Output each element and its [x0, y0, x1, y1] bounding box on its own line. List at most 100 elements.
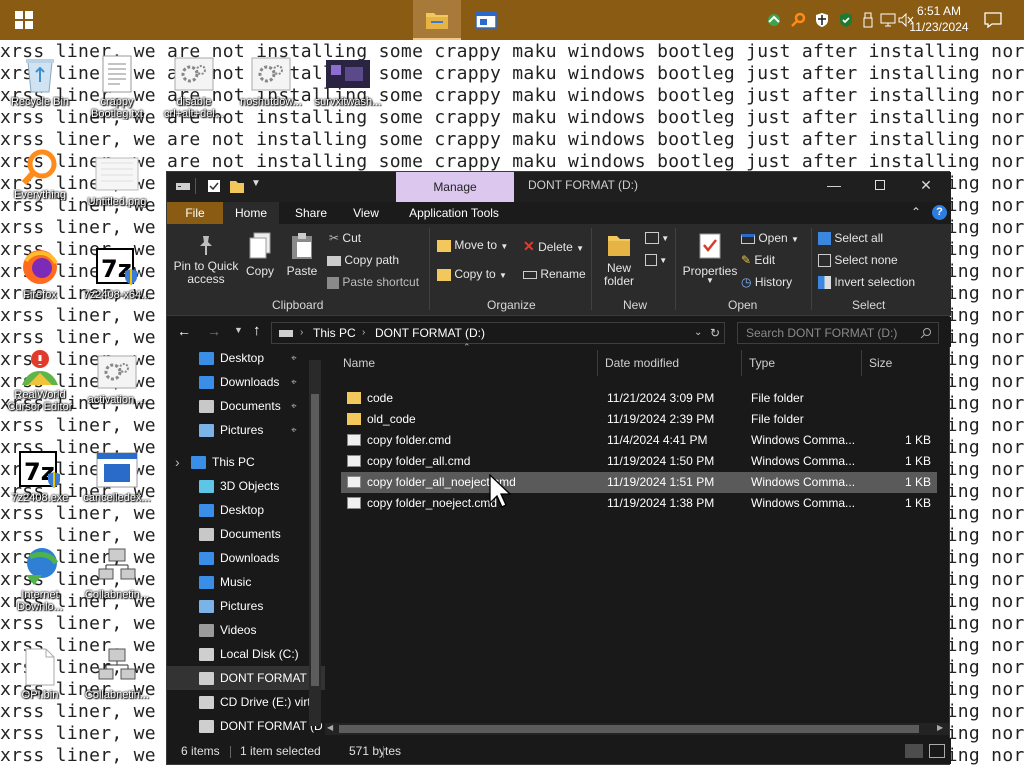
edit-button[interactable]: ✎ Edit	[741, 253, 775, 267]
column-header-type[interactable]: Type	[749, 348, 859, 378]
address-bar[interactable]: › This PC › DONT FORMAT (D:) ⌄ ↻	[271, 322, 725, 344]
select-none-button[interactable]: Select none	[818, 253, 898, 268]
properties-icon[interactable]	[207, 179, 221, 193]
address-dropdown-icon[interactable]: ⌄	[694, 323, 702, 343]
desktop-icon-survxitwash[interactable]: survxitwash...	[310, 52, 386, 108]
move-to-button[interactable]: Move to ▼	[437, 238, 508, 252]
minimize-button[interactable]: —	[811, 172, 857, 198]
desktop-icon-opi-bin[interactable]: OPI.bin	[2, 645, 78, 701]
nav-item-desktop[interactable]: Desktop	[167, 498, 325, 522]
security-tray[interactable]	[836, 0, 856, 40]
delete-button[interactable]: ✕ Delete ▼	[523, 238, 584, 255]
breadcrumb-this-pc[interactable]: This PC	[313, 323, 356, 343]
quick-access-dropdown-icon[interactable]: ▼	[251, 178, 261, 189]
nav-item-cd-drive[interactable]: CD Drive (E:) virt	[167, 690, 325, 714]
expand-chevron-icon[interactable]: ›	[175, 454, 180, 470]
desktop-icon-noshutdown[interactable]: noshutdow...	[233, 52, 309, 108]
nav-item-drive[interactable]: DONT FORMAT (D	[167, 714, 325, 738]
desktop-icon-cancelledex[interactable]: cancelledex...	[79, 448, 155, 504]
defender-tray[interactable]	[812, 0, 832, 40]
pin-to-quick-access-button[interactable]: Pin to Quick access	[173, 234, 239, 286]
nav-scrollbar[interactable]	[309, 360, 321, 726]
forward-arrow-icon[interactable]: →	[207, 323, 221, 339]
horizontal-scrollbar[interactable]: ◀ ▶	[325, 723, 949, 735]
desktop-icon-crappy-bootleg[interactable]: crappy Bootleg.txt	[79, 52, 155, 120]
taskbar-file-explorer[interactable]	[413, 0, 461, 40]
open-button[interactable]: Open ▼	[741, 231, 799, 245]
column-separator[interactable]	[861, 350, 862, 376]
file-row[interactable]: old_code 11/19/2024 2:39 PM File folder	[341, 409, 937, 430]
rename-button[interactable]: Rename	[523, 267, 586, 281]
file-row[interactable]: copy folder.cmd 11/4/2024 4:41 PM Windows …	[341, 430, 937, 451]
file-row[interactable]: copy folder_all_noeject.cmd 11/19/2024 1:…	[341, 472, 937, 493]
file-row[interactable]: copy folder_all.cmd 11/19/2024 1:50 PM Win…	[341, 451, 937, 472]
large-icons-view-icon[interactable]	[929, 744, 945, 758]
paste-button[interactable]: Paste	[285, 232, 319, 278]
column-header-size[interactable]: Size	[869, 348, 929, 378]
search-box[interactable]: Search DONT FORMAT (D:)	[737, 322, 939, 344]
nav-item-videos[interactable]: Videos	[167, 618, 325, 642]
paste-shortcut-button[interactable]: Paste shortcut	[327, 275, 419, 289]
nav-item-this-pc[interactable]: › This PC	[167, 450, 325, 474]
desktop-icon-firefox[interactable]: Firefox	[2, 245, 78, 301]
nav-item-3d-objects[interactable]: 3D Objects	[167, 474, 325, 498]
desktop-icon-untitled-png[interactable]: Untitled.png	[79, 152, 155, 208]
new-item-button[interactable]: ▼	[645, 230, 669, 244]
copy-button[interactable]: Copy	[245, 232, 275, 278]
usb-tray[interactable]	[860, 0, 876, 40]
desktop-icon-disable-ctrl-alt-del[interactable]: disable crl+alt+del...	[156, 52, 232, 120]
title-bar[interactable]: ▼ Manage DONT FORMAT (D:) — ✕	[167, 172, 951, 202]
start-button[interactable]	[0, 0, 48, 40]
nav-item-pictures[interactable]: Pictures ⌖	[167, 418, 325, 442]
copy-to-button[interactable]: Copy to ▼	[437, 267, 507, 281]
scroll-right-icon[interactable]: ▶	[937, 723, 943, 732]
nav-item-downloads[interactable]: Downloads ⌖	[167, 370, 325, 394]
desktop-icon-everything[interactable]: Everything	[2, 145, 78, 201]
invert-selection-button[interactable]: Invert selection	[818, 275, 915, 290]
new-folder-icon[interactable]	[229, 178, 245, 194]
select-all-button[interactable]: Select all	[818, 231, 883, 246]
action-center-button[interactable]	[978, 0, 1008, 40]
nav-item-downloads[interactable]: Downloads	[167, 546, 325, 570]
tab-home[interactable]: Home	[223, 202, 279, 224]
desktop-icon-recycle-bin[interactable]: Recycle Bin	[2, 52, 78, 108]
column-separator[interactable]	[597, 350, 598, 376]
nav-item-pictures[interactable]: Pictures	[167, 594, 325, 618]
horizontal-scrollbar-thumb[interactable]	[339, 725, 919, 733]
desktop-icon-activation[interactable]: activation ...	[79, 350, 155, 406]
column-separator[interactable]	[741, 350, 742, 376]
desktop-icon-realworld-cursor-editor[interactable]: RealWorld Cursor Editor	[2, 345, 78, 413]
desktop-icon-7z-exe[interactable]: 7z 7z2408.exe	[2, 448, 78, 504]
tab-share[interactable]: Share	[283, 202, 339, 224]
history-button[interactable]: ◷ History	[741, 275, 792, 289]
tab-manage[interactable]: Manage	[396, 172, 514, 202]
breadcrumb-current-drive[interactable]: DONT FORMAT (D:)	[375, 323, 485, 343]
search-tray[interactable]	[788, 0, 808, 40]
nav-item-documents[interactable]: Documents	[167, 522, 325, 546]
desktop-icon-collabnet-1[interactable]: Collabnetin...	[79, 545, 155, 601]
clock[interactable]: 6:51 AM 11/23/2024	[908, 3, 970, 35]
network-tray[interactable]	[878, 0, 898, 40]
desktop-icon-internet-download-manager[interactable]: Internet Downlo...	[2, 545, 78, 613]
back-arrow-icon[interactable]: ←	[177, 323, 191, 339]
nav-item-desktop[interactable]: Desktop ⌖	[167, 348, 325, 370]
refresh-icon[interactable]: ↻	[710, 323, 720, 343]
nav-item-music[interactable]: Music	[167, 570, 325, 594]
file-row[interactable]: code 11/21/2024 3:09 PM File folder	[341, 388, 937, 409]
properties-button[interactable]: Properties ▼	[681, 232, 739, 285]
nav-scrollbar-thumb[interactable]	[311, 394, 319, 686]
copy-path-button[interactable]: Copy path	[327, 253, 399, 267]
network-share-tray[interactable]	[764, 0, 784, 40]
file-row[interactable]: copy folder_noeject.cmd 11/19/2024 1:38 P…	[341, 493, 937, 514]
help-icon[interactable]: ?	[932, 205, 947, 220]
recent-locations-chevron-icon[interactable]: ▼	[234, 325, 243, 335]
up-arrow-icon[interactable]: ↑	[253, 322, 261, 339]
desktop-icon-collabnet-2[interactable]: Collabnetin...	[79, 645, 155, 701]
column-header-name[interactable]: Name	[343, 348, 593, 378]
scroll-left-icon[interactable]: ◀	[327, 723, 333, 732]
cut-button[interactable]: ✂ Cut	[329, 231, 361, 245]
tab-view[interactable]: View	[339, 202, 393, 224]
nav-item-drive[interactable]: Local Disk (C:)	[167, 642, 325, 666]
tab-file[interactable]: File	[167, 202, 223, 224]
nav-item-documents[interactable]: Documents ⌖	[167, 394, 325, 418]
